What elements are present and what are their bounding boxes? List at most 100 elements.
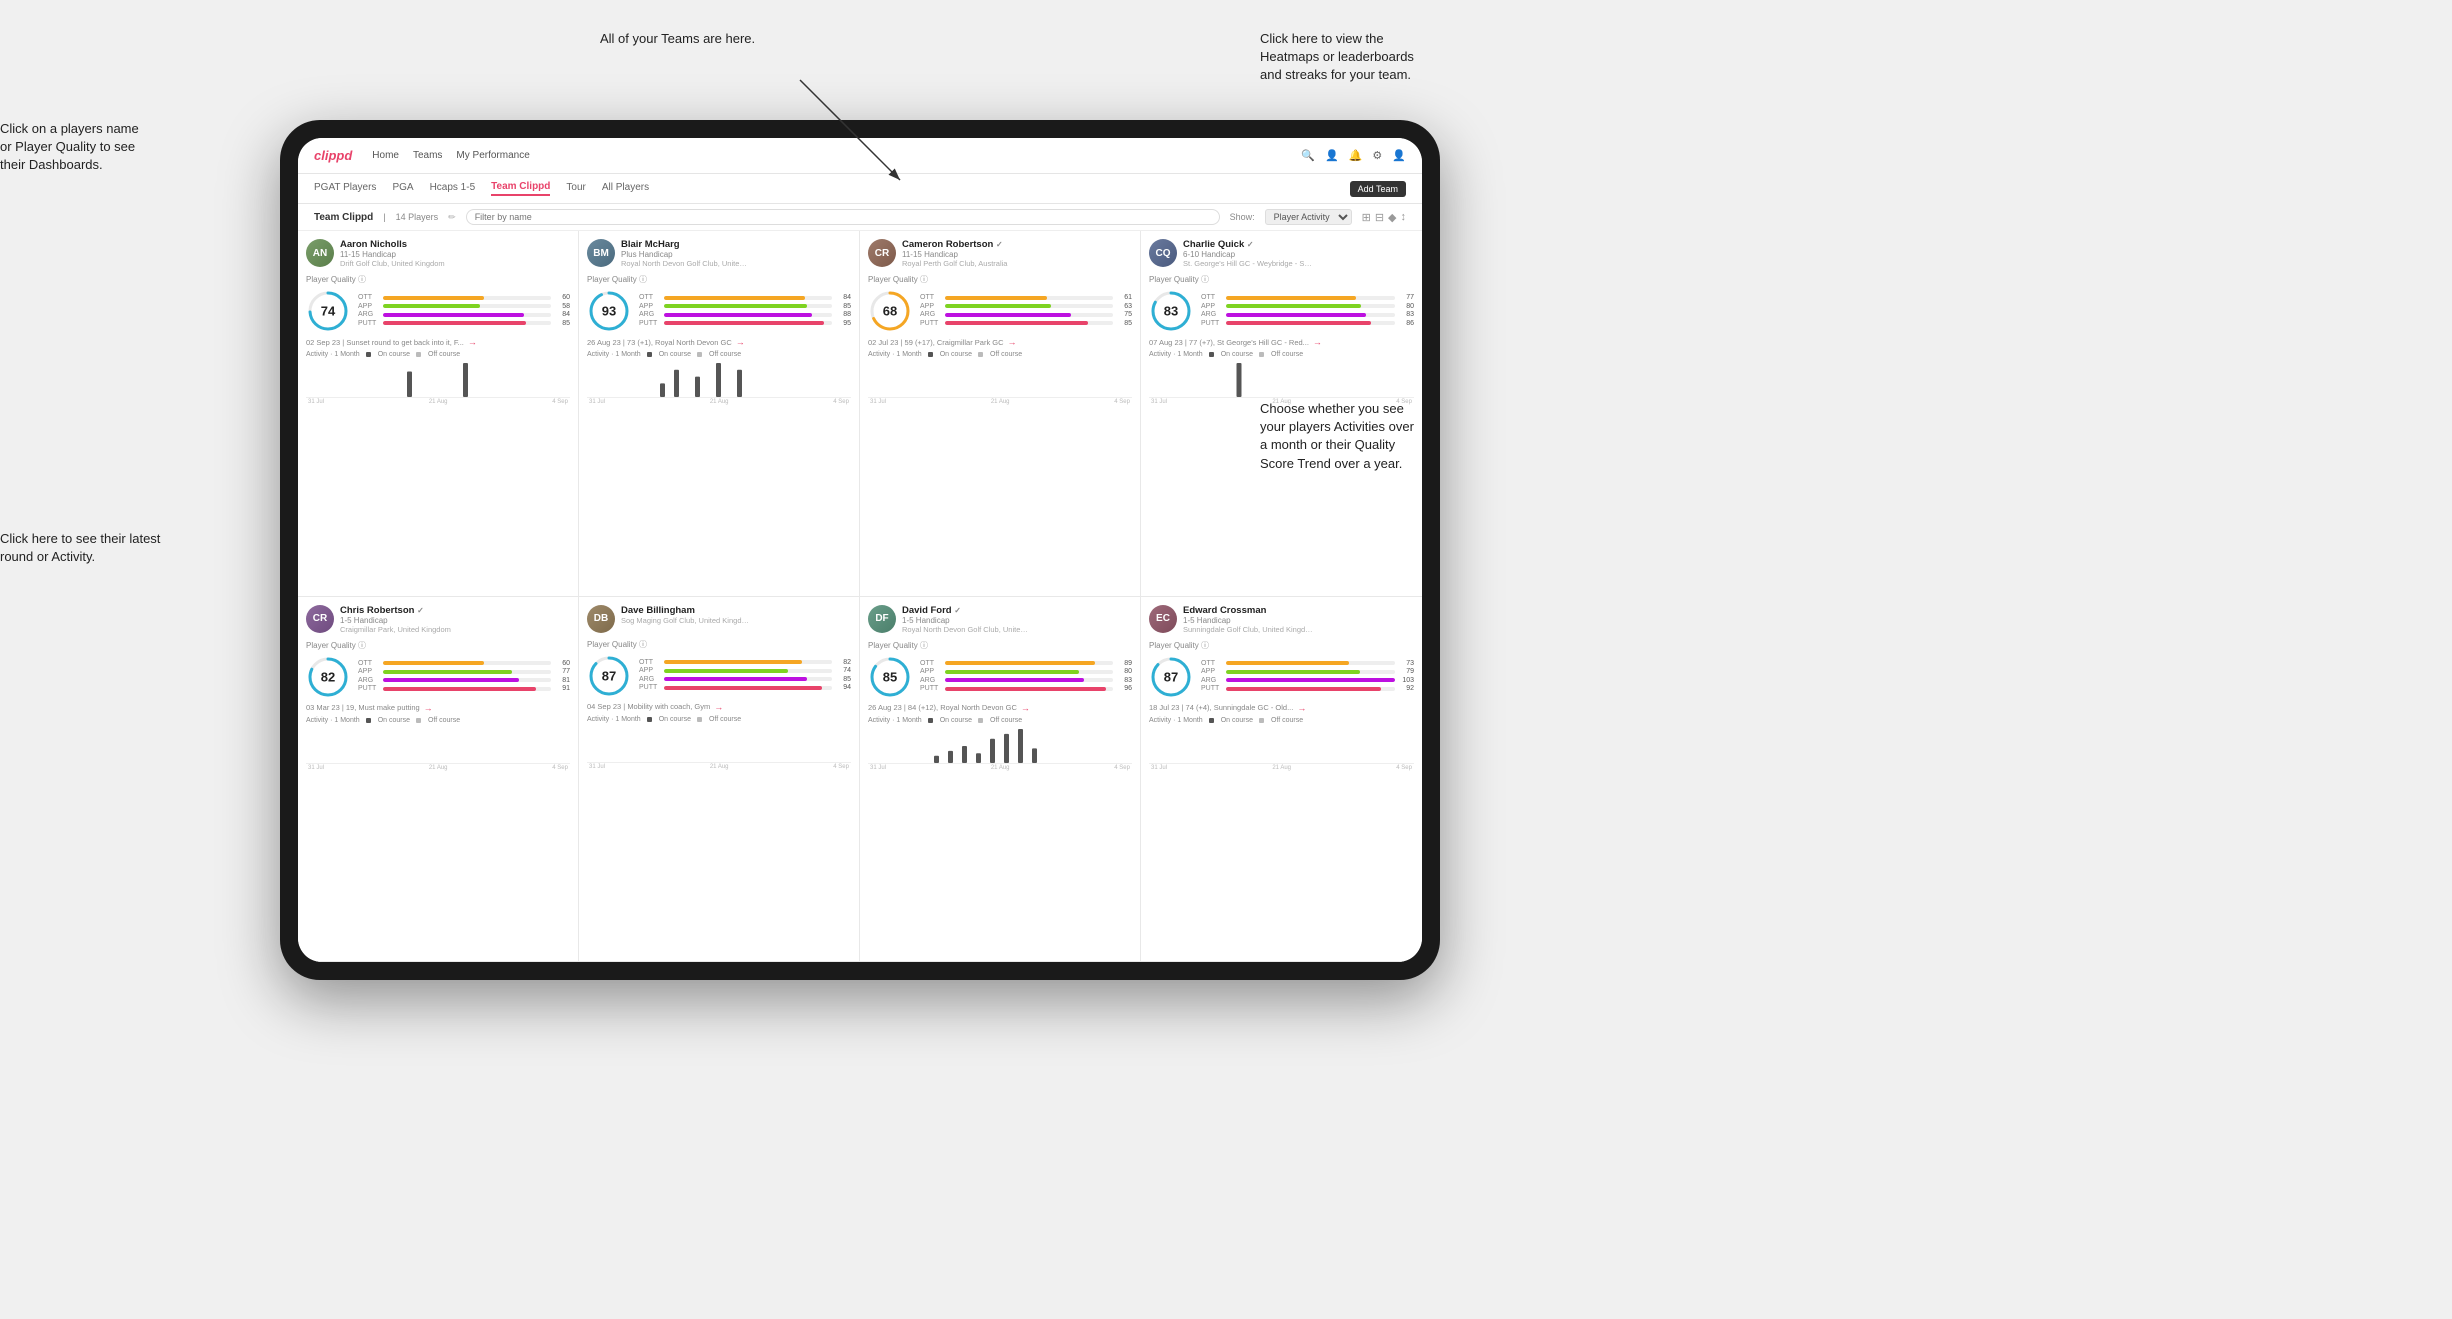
chart-date-start: 31 Jul [1151,765,1167,771]
player-avatar[interactable]: CQ [1149,239,1177,267]
nav-my-performance[interactable]: My Performance [456,150,529,161]
off-course-label[interactable]: Off course [428,717,460,724]
quality-circle[interactable]: 83 [1149,289,1193,333]
grid-view-icon[interactable]: ⊞ [1362,211,1371,224]
diamond-view-icon[interactable]: ◆ [1388,211,1396,224]
player-avatar[interactable]: DF [868,605,896,633]
team-title: Team Clippd [314,212,373,223]
edit-icon[interactable]: ✏ [448,212,456,223]
quality-number[interactable]: 83 [1164,304,1178,319]
player-name[interactable]: Chris Robertson ✓ [340,605,570,616]
latest-round[interactable]: 02 Jul 23 | 59 (+17), Craigmillar Park G… [868,337,1132,347]
chart-dates: 31 Jul 21 Aug 4 Sep [1149,764,1414,772]
subnav-pga[interactable]: PGA [392,182,413,195]
list-view-icon[interactable]: ⊟ [1375,211,1384,224]
sort-icon[interactable]: ↕ [1401,211,1407,224]
player-name[interactable]: Dave Billingham [621,605,851,616]
player-avatar[interactable]: EC [1149,605,1177,633]
off-course-label[interactable]: Off course [990,351,1022,358]
off-course-label[interactable]: Off course [709,716,741,723]
round-arrow-icon[interactable]: → [1021,703,1030,713]
stat-bar-arg [1226,313,1366,317]
subnav-hcaps[interactable]: Hcaps 1-5 [430,182,476,195]
round-arrow-icon[interactable]: → [1313,337,1322,347]
player-name[interactable]: Aaron Nicholls [340,239,570,250]
on-course-label[interactable]: On course [378,351,410,358]
on-course-label[interactable]: On course [1221,351,1253,358]
quality-number[interactable]: 82 [321,669,335,684]
round-arrow-icon[interactable]: → [468,337,477,347]
subnav-pgat[interactable]: PGAT Players [314,182,376,195]
on-course-label[interactable]: On course [659,716,691,723]
nav-home[interactable]: Home [372,150,399,161]
player-avatar[interactable]: AN [306,239,334,267]
quality-number[interactable]: 93 [602,304,616,319]
quality-number[interactable]: 87 [1164,669,1178,684]
latest-round[interactable]: 02 Sep 23 | Sunset round to get back int… [306,337,570,347]
on-course-label[interactable]: On course [659,351,691,358]
latest-round-annotation: Click here to see their latestround or A… [0,530,160,566]
quality-circle[interactable]: 85 [868,655,912,699]
profile-icon[interactable]: 👤 [1392,149,1406,162]
player-avatar[interactable]: CR [868,239,896,267]
on-course-label[interactable]: On course [940,351,972,358]
off-course-label[interactable]: Off course [990,717,1022,724]
latest-round[interactable]: 26 Aug 23 | 84 (+12), Royal North Devon … [868,703,1132,713]
brand-logo[interactable]: clippd [314,148,352,163]
player-name[interactable]: Edward Crossman [1183,605,1414,616]
on-course-label[interactable]: On course [1221,717,1253,724]
player-name[interactable]: David Ford ✓ [902,605,1132,616]
quality-circle[interactable]: 74 [306,289,350,333]
user-icon[interactable]: 👤 [1325,149,1339,162]
stat-row-ott: OTT 82 [639,659,851,666]
on-course-label[interactable]: On course [378,717,410,724]
quality-number[interactable]: 87 [602,668,616,683]
latest-round[interactable]: 04 Sep 23 | Mobility with coach, Gym → [587,702,851,712]
latest-round[interactable]: 03 Mar 23 | 19, Must make putting → [306,703,570,713]
nav-teams[interactable]: Teams [413,150,442,161]
quality-number[interactable]: 74 [321,304,335,319]
bell-icon[interactable]: 🔔 [1349,149,1363,162]
on-course-label[interactable]: On course [940,717,972,724]
player-name[interactable]: Blair McHarg [621,239,851,250]
stat-bar-ott [945,296,1047,300]
player-avatar[interactable]: CR [306,605,334,633]
off-course-label[interactable]: Off course [1271,351,1303,358]
round-arrow-icon[interactable]: → [736,337,745,347]
off-course-label[interactable]: Off course [1271,717,1303,724]
player-name[interactable]: Cameron Robertson ✓ [902,239,1132,250]
round-arrow-icon[interactable]: → [1008,337,1017,347]
round-arrow-icon[interactable]: → [1297,703,1306,713]
stat-label-ott: OTT [358,660,380,667]
off-course-label[interactable]: Off course [709,351,741,358]
show-select[interactable]: Player Activity [1265,209,1352,225]
player-avatar[interactable]: DB [587,605,615,633]
subnav-tour[interactable]: Tour [566,182,585,195]
quality-circle[interactable]: 93 [587,289,631,333]
latest-round[interactable]: 26 Aug 23 | 73 (+1), Royal North Devon G… [587,337,851,347]
chart-area [868,726,1132,764]
subnav-team-clippd[interactable]: Team Clippd [491,181,550,196]
player-name[interactable]: Charlie Quick ✓ [1183,239,1414,250]
quality-circle[interactable]: 87 [587,654,631,698]
quality-number[interactable]: 85 [883,669,897,684]
settings-icon[interactable]: ⚙ [1372,149,1382,162]
round-arrow-icon[interactable]: → [714,702,723,712]
player-handicap: Plus Handicap [621,250,851,259]
latest-round[interactable]: 07 Aug 23 | 77 (+7), St George's Hill GC… [1149,337,1414,347]
search-icon[interactable]: 🔍 [1301,149,1315,162]
quality-circle[interactable]: 87 [1149,655,1193,699]
stat-row-arg: ARG 81 [358,677,570,684]
off-course-label[interactable]: Off course [428,351,460,358]
stat-label-ott: OTT [920,294,942,301]
player-avatar[interactable]: BM [587,239,615,267]
verified-badge: ✓ [996,240,1003,249]
stat-value-ott: 61 [1116,294,1132,301]
quality-circle[interactable]: 68 [868,289,912,333]
latest-round[interactable]: 18 Jul 23 | 74 (+4), Sunningdale GC - Ol… [1149,703,1414,713]
stat-bar-bg-putt [383,321,551,325]
quality-circle[interactable]: 82 [306,655,350,699]
add-team-button[interactable]: Add Team [1350,181,1406,197]
round-arrow-icon[interactable]: → [424,703,433,713]
quality-number[interactable]: 68 [883,304,897,319]
